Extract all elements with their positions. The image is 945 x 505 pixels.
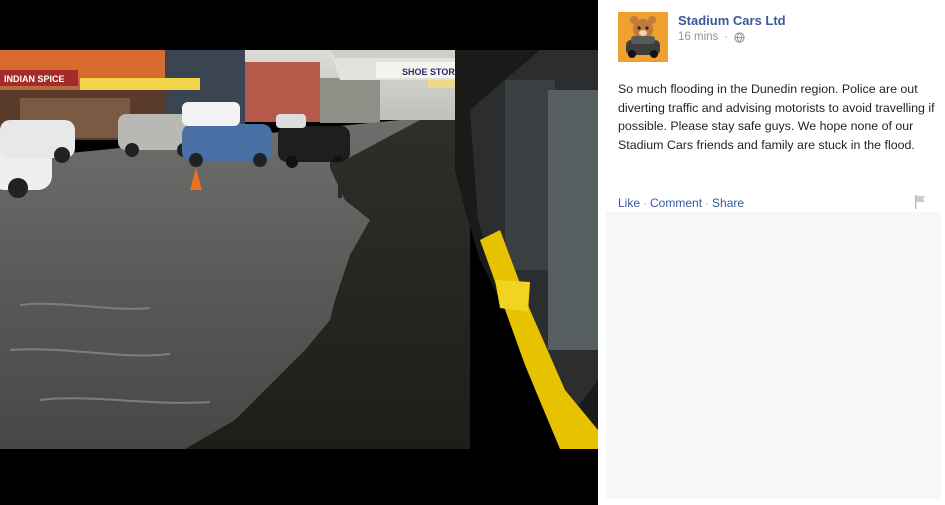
- indian-spice-sign: INDIAN SPICE: [4, 74, 65, 84]
- post-text: So much flooding in the Dunedin region. …: [618, 82, 935, 152]
- shoe-store-sign: SHOE STORE: [402, 67, 461, 77]
- page-avatar[interactable]: [618, 12, 668, 62]
- post-panel: Stadium Cars Ltd 16 mins · So much flood…: [598, 0, 945, 505]
- separator-dot: ·: [724, 31, 729, 43]
- share-link[interactable]: Share: [712, 196, 744, 210]
- like-link[interactable]: Like: [618, 196, 640, 210]
- post-timestamp[interactable]: 16 mins: [678, 31, 718, 43]
- post-actions: Like · Comment · Share: [618, 196, 744, 210]
- globe-icon[interactable]: [734, 31, 745, 43]
- flood-photo[interactable]: INDIAN SPICE SHOE STORE: [0, 50, 598, 449]
- page-name-link[interactable]: Stadium Cars Ltd: [678, 13, 786, 28]
- separator-dot: ·: [643, 196, 648, 210]
- comment-link[interactable]: Comment: [650, 196, 702, 210]
- post-meta: 16 mins ·: [678, 31, 745, 43]
- comments-area: [606, 212, 941, 499]
- flag-icon[interactable]: [914, 195, 926, 209]
- separator-dot: ·: [705, 196, 710, 210]
- photo-stage: INDIAN SPICE SHOE STORE: [0, 0, 598, 505]
